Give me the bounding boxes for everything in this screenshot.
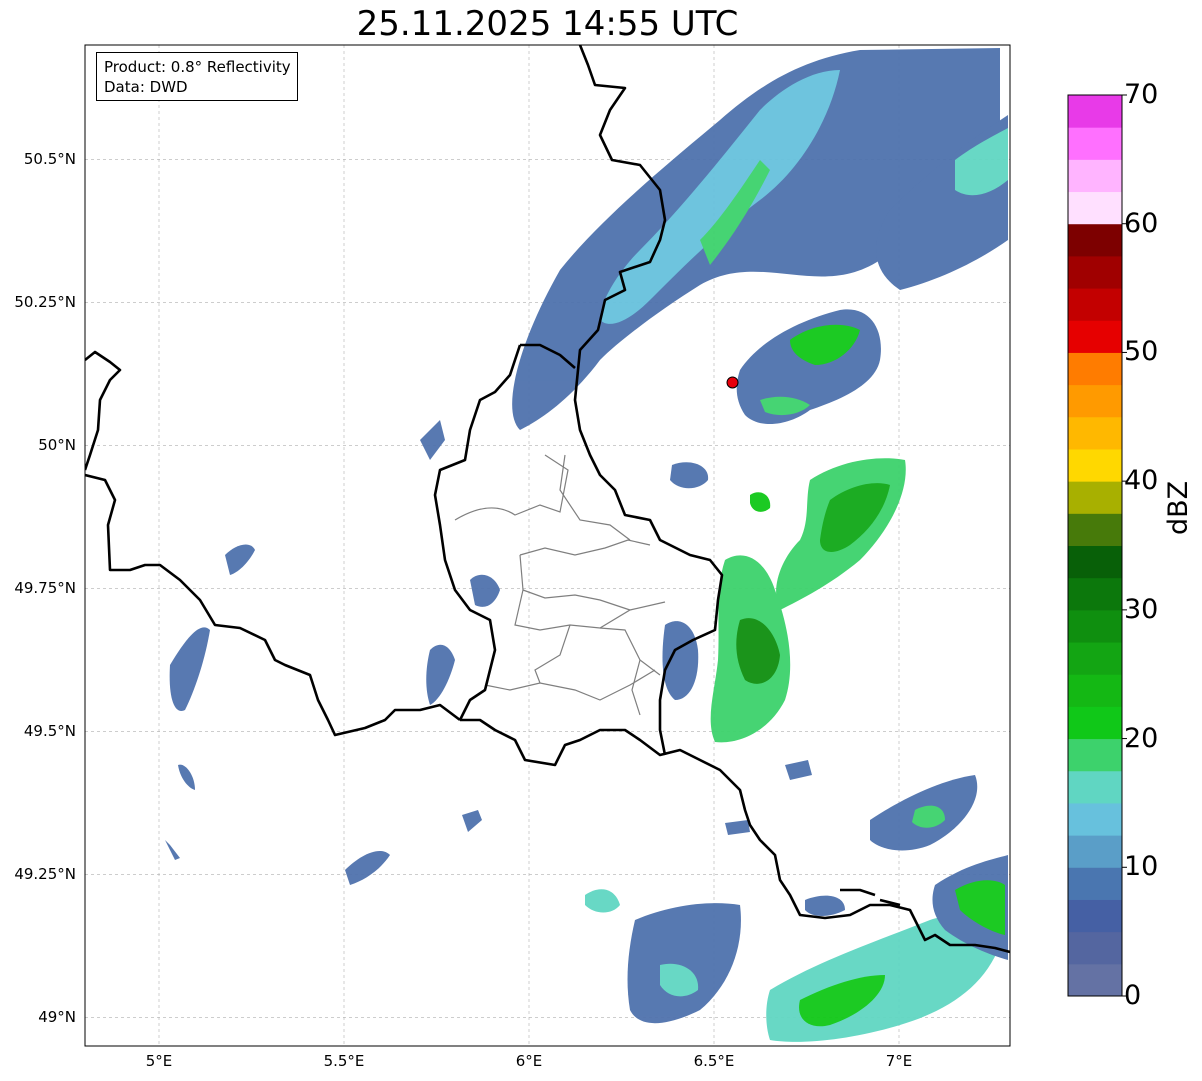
echo-cluster-radar [736, 309, 881, 425]
lat-tick-label: 49°N [38, 1008, 76, 1027]
lon-tick-label: 6.5°E [693, 1052, 735, 1070]
colorbar-segment [1068, 738, 1122, 772]
lat-tick-label: 50°N [38, 436, 76, 455]
product-label: Product: 0.8° Reflectivity [104, 58, 291, 76]
colorbar-segment [1068, 352, 1122, 386]
echo-belgium-1 [169, 627, 210, 711]
colorbar-segment [1068, 191, 1122, 225]
echo-s-small-5 [725, 820, 750, 835]
echo-south-center [627, 903, 741, 1024]
colorbar-segment [1068, 159, 1122, 193]
colorbar-tick-label: 20 [1124, 722, 1159, 754]
colorbar-segment [1068, 255, 1122, 289]
echo-west-of-line [662, 621, 699, 700]
echo-cell-small-2 [750, 492, 771, 512]
colorbar-segment [1068, 835, 1122, 868]
colorbar-tick-label: 30 [1124, 593, 1159, 625]
echo-s-small-1 [585, 889, 620, 913]
colorbar-segment [1068, 770, 1122, 804]
echo-s-small-2 [345, 850, 390, 885]
colorbar-segment [1068, 674, 1122, 707]
radar-site-marker[interactable] [726, 376, 739, 389]
lon-tick-label: 5°E [145, 1052, 173, 1070]
colorbar-segment [1068, 320, 1122, 353]
colorbar-segment [1068, 609, 1122, 643]
echo-belgium-2 [225, 544, 255, 575]
colorbar-segment [1068, 448, 1122, 482]
lon-tick-label: 5.5°E [323, 1052, 365, 1070]
colorbar-segment [1068, 802, 1122, 836]
info-box: Product: 0.8° Reflectivity Data: DWD [96, 52, 298, 101]
lat-tick-label: 50.25°N [14, 293, 76, 312]
colorbar-label: dBZ [1163, 480, 1194, 535]
echo-s-small-4 [785, 760, 812, 780]
colorbar-segment [1068, 127, 1122, 160]
radar-map[interactable] [0, 0, 1202, 1081]
echo-s-small-3 [462, 810, 482, 832]
colorbar-tick-label: 10 [1124, 851, 1159, 883]
lon-tick-label: 6°E [515, 1052, 543, 1070]
border-fr-be [85, 350, 461, 737]
colorbar-tick-label: 50 [1124, 336, 1159, 368]
colorbar-segment [1068, 384, 1122, 418]
colorbar-segment [1068, 513, 1122, 546]
colorbar-segment [1068, 288, 1122, 321]
border-de-fr-inner [840, 888, 901, 907]
colorbar-tick-label: 70 [1124, 79, 1159, 110]
colorbar-segment [1068, 95, 1122, 128]
colorbar-segment [1068, 223, 1122, 257]
colorbar-tick-label: 0 [1124, 980, 1142, 1011]
colorbar-segment [1068, 642, 1122, 675]
colorbar-tick-label: 40 [1124, 465, 1159, 497]
lat-tick-label: 50.5°N [23, 150, 76, 169]
colorbar [1068, 94, 1127, 997]
colorbar-segment [1068, 706, 1122, 740]
colorbar-segment [1068, 545, 1122, 579]
colorbar-segment [1068, 867, 1122, 900]
echo-belgium-4 [165, 840, 180, 860]
lon-tick-label: 7°E [885, 1052, 913, 1070]
echo-s-small-6 [805, 895, 845, 916]
lat-tick-label: 49.75°N [14, 579, 76, 598]
colorbar-segment [1068, 931, 1122, 965]
echo-west-lux-2 [470, 574, 500, 607]
lat-tick-label: 49.25°N [14, 865, 76, 884]
colorbar-segment [1068, 899, 1122, 933]
echo-belgium-3 [178, 764, 195, 790]
echo-west-lux [426, 644, 455, 705]
colorbar-segment [1068, 963, 1122, 997]
colorbar-segment [1068, 577, 1122, 611]
data-source-label: Data: DWD [104, 78, 188, 96]
echo-west-streak [420, 420, 445, 460]
colorbar-segment [1068, 416, 1122, 450]
colorbar-segment [1068, 481, 1122, 514]
reflectivity-echoes [165, 48, 1008, 1042]
echo-cell-small [670, 462, 709, 489]
colorbar-tick-label: 60 [1124, 207, 1159, 239]
lat-tick-label: 49.5°N [23, 722, 76, 741]
